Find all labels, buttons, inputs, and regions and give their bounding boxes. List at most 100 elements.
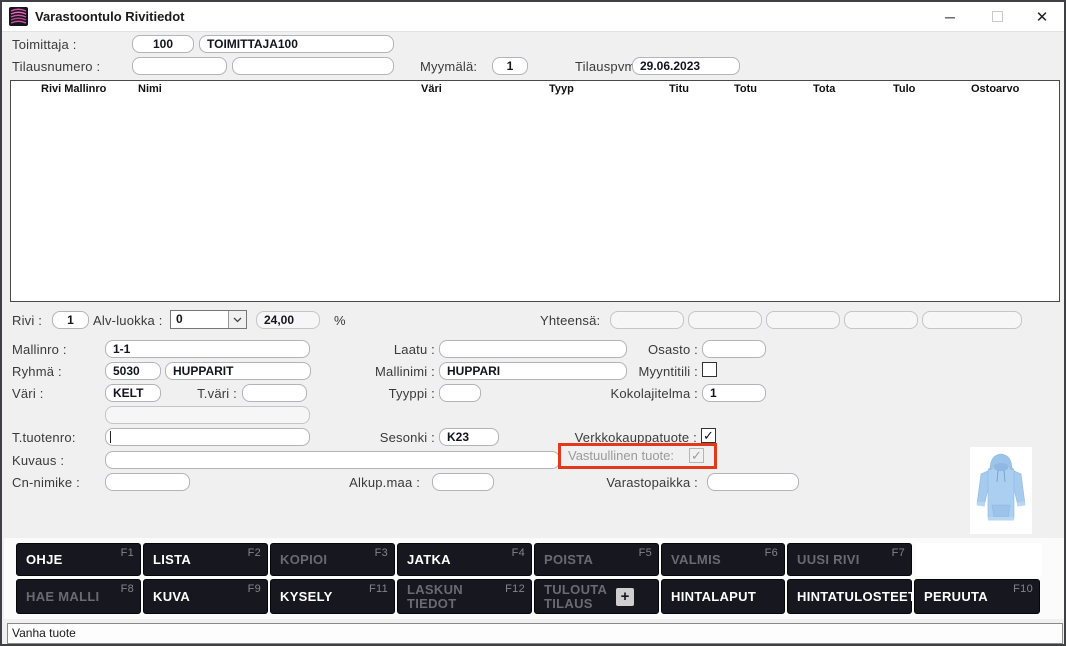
yhteensa-field-3 [766,311,840,329]
table-column-header: Rivi Mallinro [41,83,106,95]
empty-button-slot [916,543,1042,576]
vastuullinen-label: Vastuullinen tuote: [568,448,674,463]
sesonki-label: Sesonki : [342,430,435,445]
tilausnumero-field-2[interactable] [232,57,394,75]
alv-luokka-select[interactable]: 0 [170,310,247,329]
fbtn-label: UUSI RIVI [797,553,893,567]
kokolajitelma-label: Kokolajitelma : [552,386,698,401]
fkey-label: F12 [505,583,525,595]
ryhma-label: Ryhmä : [12,364,62,379]
laatu-label: Laatu : [342,342,435,357]
ryhma-code-field[interactable]: 5030 [105,362,161,380]
fbtn-label: HINTALAPUT [671,590,766,604]
fkey-label: F7 [892,547,905,559]
alv-percent-field: 24,00 [256,311,320,329]
fbtn-label: KOPIOI [280,553,376,567]
tyyppi-field[interactable] [439,384,481,402]
percent-suffix: % [334,313,346,328]
fkey-label: F2 [248,547,261,559]
cn-nimike-field[interactable] [105,473,190,491]
toimittaja-code-field[interactable]: 100 [132,35,194,53]
rivi-field[interactable]: 1 [52,311,89,329]
osasto-label: Osasto : [552,342,698,357]
ttuotenro-label: T.tuotenro: [12,430,76,445]
fbtn-label: HAE MALLI [26,590,122,604]
fbtn-kuva[interactable]: KUVAF9 [143,579,268,614]
table-column-header: Nimi [138,83,162,95]
fkey-label: F4 [512,547,525,559]
mallinro-field[interactable]: 1-1 [105,340,310,358]
myyntitili-checkbox[interactable] [702,362,717,377]
fbtn-label: LISTA [153,553,249,567]
yhteensa-label: Yhteensä: [540,313,600,328]
kuvaus-field[interactable] [105,451,560,469]
varastopaikka-field[interactable] [707,473,799,491]
myymala-field[interactable]: 1 [492,57,528,75]
ryhma-name-field[interactable]: HUPPARIT [165,362,311,380]
table-column-header: Totu [734,83,757,95]
button-row-2: HAE MALLIF8KUVAF9KYSELYF11LASKUN TIEDOTF… [16,579,1040,614]
yhteensa-field-4 [844,311,918,329]
tilausnumero-field-1[interactable] [132,57,227,75]
fbtn-hintatulosteet[interactable]: HINTATULOSTEET [787,579,912,614]
cn-nimike-label: Cn-nimike : [12,475,80,490]
fbtn-lista[interactable]: LISTAF2 [143,543,268,576]
table-column-header: Tota [813,83,835,95]
alv-luokka-label: Alv-luokka : [93,313,163,328]
app-logo-icon [9,7,28,26]
toimittaja-name-field[interactable]: TOIMITTAJA100 [199,35,394,53]
alv-luokka-selected: 0 [176,312,183,326]
minimize-icon[interactable]: ─ [934,2,966,31]
tvari-field[interactable] [242,384,307,402]
fbtn-hintalaput[interactable]: HINTALAPUT [661,579,785,614]
fbtn-ohje[interactable]: OHJEF1 [16,543,141,576]
verkkokauppatuote-checkbox[interactable]: ✓ [701,428,716,443]
tilausnumero-label: Tilausnumero : [12,59,100,74]
fbtn-kysely[interactable]: KYSELYF11 [270,579,395,614]
fbtn-label: LASKUN TIEDOT [407,583,513,611]
fkey-label: F1 [121,547,134,559]
hoodie-product-image [970,447,1032,534]
maximize-icon [981,2,1013,31]
fbtn-hae-malli: HAE MALLIF8 [16,579,141,614]
chevron-down-icon[interactable] [228,311,246,328]
fbtn-jatka[interactable]: JATKAF4 [397,543,532,576]
fbtn-label: OHJE [26,553,122,567]
alkup-maa-field[interactable] [432,473,494,491]
ttuotenro-field[interactable] [105,428,310,446]
app-window: Varastoontulo Rivitiedot ─ ✕ Toimittaja … [0,0,1066,646]
rivi-label: Rivi : [12,313,42,328]
fkey-label: F10 [1013,583,1033,595]
tilauspvm-field[interactable]: 29.06.2023 [632,57,740,75]
fbtn-label: PERUUTA [924,590,1021,604]
extra-field [105,406,310,424]
close-icon[interactable]: ✕ [1026,2,1058,31]
table-column-header: Tulo [893,83,915,95]
plus-icon[interactable]: + [616,588,634,606]
fkey-label: F5 [639,547,652,559]
kokolajitelma-field[interactable]: 1 [702,384,766,402]
tyyppi-label: Tyyppi : [342,386,435,401]
fkey-label: F9 [248,583,261,595]
kuvaus-label: Kuvaus : [12,453,64,468]
fbtn-valmis: VALMISF6 [661,543,785,576]
order-rows-table[interactable]: Rivi MallinroNimiVäriTyypTituTotuTotaTul… [10,80,1060,302]
fbtn-label: KUVA [153,590,249,604]
vari-field[interactable]: KELT [105,384,161,402]
osasto-field[interactable] [702,340,766,358]
yhteensa-field-5 [922,311,1022,329]
vastuullinen-checkbox: ✓ [689,448,704,463]
table-column-header: Ostoarvo [971,83,1019,95]
fbtn-label: JATKA [407,553,513,567]
status-bar: Vanha tuote [7,623,1063,644]
fbtn-peruuta[interactable]: PERUUTAF10 [914,579,1040,614]
button-row-1: OHJEF1LISTAF2KOPIOIF3JATKAF4POISTAF5VALM… [16,543,912,576]
window-title: Varastoontulo Rivitiedot [35,9,185,24]
fbtn-uusi-rivi: UUSI RIVIF7 [787,543,912,576]
fbtn-laskun-tiedot: LASKUN TIEDOTF12 [397,579,532,614]
myymala-label: Myymälä: [420,59,477,74]
title-bar: Varastoontulo Rivitiedot ─ ✕ [2,2,1064,32]
fbtn-label: KYSELY [280,590,376,604]
text-caret [110,431,111,443]
table-column-header: Väri [421,83,442,95]
